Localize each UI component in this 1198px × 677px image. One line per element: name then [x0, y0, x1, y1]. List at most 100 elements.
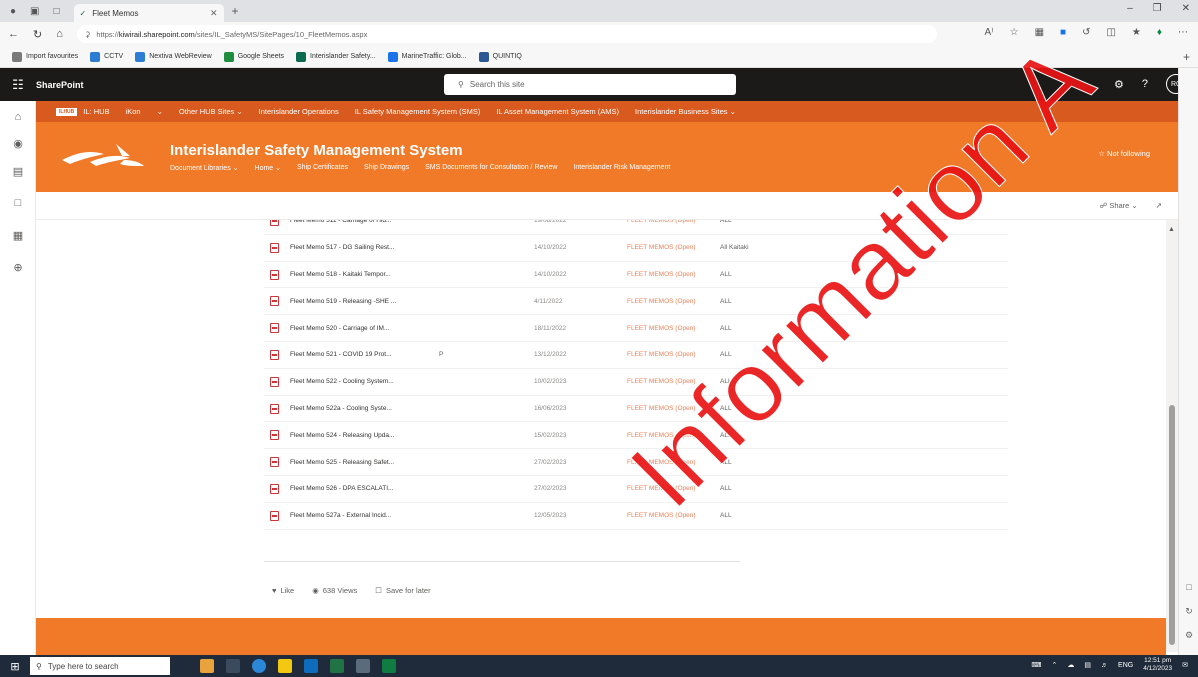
extension-icon[interactable]: ▦	[1035, 27, 1044, 38]
memo-library[interactable]: FLEET MEMOS (Open)	[627, 298, 696, 305]
favorite-item[interactable]: QUINTIQ	[478, 51, 522, 62]
onedrive-icon[interactable]: ☁	[1067, 661, 1074, 669]
memo-row[interactable]: Fleet Memo 511 - Carriage of Hid... 19/08…	[264, 220, 1008, 235]
memo-row[interactable]: Fleet Memo 525 - Releasing Safet... 27/02…	[264, 449, 1008, 476]
share-button[interactable]: ☍ Share ⌄	[1100, 201, 1138, 210]
site-nav-ship-certificates[interactable]: Ship Certificates	[297, 164, 348, 172]
clock[interactable]: 12:51 pm 4/12/2023	[1143, 657, 1172, 673]
memo-library[interactable]: FLEET MEMOS (Open)	[627, 244, 696, 251]
add-sidebar-icon[interactable]: +	[1183, 50, 1190, 64]
collections-icon[interactable]: ♦	[1157, 27, 1162, 38]
restore-icon[interactable]: ❐	[1153, 3, 1162, 14]
site-nav-home[interactable]: Home ⌄	[255, 164, 282, 172]
start-icon[interactable]: ⊞	[0, 660, 30, 673]
sharepoint-brand[interactable]: SharePoint	[36, 80, 84, 90]
memo-name[interactable]: Fleet Memo 522a - Cooling Syste...	[290, 405, 392, 412]
sidebar-panel-icon[interactable]: □	[1179, 582, 1198, 592]
memo-library[interactable]: FLEET MEMOS (Open)	[627, 405, 696, 412]
refresh-icon[interactable]: ↻	[33, 28, 42, 41]
briefcase-app-icon[interactable]	[200, 659, 214, 673]
read-aloud-icon[interactable]: A⁾	[984, 27, 993, 38]
back-icon[interactable]: ←	[8, 28, 19, 41]
sidebar-settings-icon[interactable]: ⚙	[1179, 630, 1198, 641]
hub-logo[interactable]: ILHUB IL: HUB	[56, 107, 110, 116]
favorite-item[interactable]: CCTV	[90, 51, 123, 62]
split-screen-icon[interactable]: ◫	[1106, 27, 1115, 38]
favorite-item[interactable]: Nextiva WebReview	[135, 51, 212, 62]
memo-name[interactable]: Fleet Memo 519 - Releasing -SHE ...	[290, 298, 396, 305]
hub-item-operations[interactable]: Interislander Operations	[259, 107, 339, 116]
extension-2-icon[interactable]: ■	[1060, 27, 1066, 38]
memo-name[interactable]: Fleet Memo 520 - Carriage of IM...	[290, 325, 389, 332]
site-nav-sms-documents[interactable]: SMS Documents for Consultation / Review	[425, 164, 557, 172]
home-icon[interactable]: ⌂	[56, 28, 63, 41]
notifications-icon[interactable]: ✉	[1182, 661, 1188, 669]
tab-close-icon[interactable]: ✕	[210, 8, 218, 19]
profile-icon[interactable]: ●	[10, 6, 16, 17]
home-rail-icon[interactable]: ⌂	[0, 111, 36, 123]
file-explorer-icon[interactable]	[278, 659, 292, 673]
save-for-later-button[interactable]: ☐ Save for later	[375, 586, 430, 595]
language-indicator[interactable]: ENG	[1118, 662, 1133, 669]
excel-app-icon[interactable]	[382, 659, 396, 673]
taskbar-search-input[interactable]: ⚲ Type here to search	[30, 657, 170, 675]
memo-name[interactable]: Fleet Memo 517 - DG Sailing Rest...	[290, 244, 394, 251]
new-tab-icon[interactable]: +	[232, 4, 239, 18]
memo-row[interactable]: Fleet Memo 524 - Releasing Upda... 15/02/…	[264, 422, 1008, 450]
hub-item-ikon[interactable]: iKon	[126, 107, 141, 116]
more-icon[interactable]: ⋯	[1178, 27, 1188, 38]
site-search-input[interactable]: ⚲ Search this site	[444, 74, 736, 95]
scroll-thumb[interactable]	[1169, 405, 1175, 645]
app-launcher-icon[interactable]: ☷	[0, 77, 36, 93]
keyboard-icon[interactable]: ⌨	[1031, 661, 1041, 669]
memo-name[interactable]: Fleet Memo 524 - Releasing Upda...	[290, 432, 394, 439]
memo-row[interactable]: Fleet Memo 518 - Kaitaki Tempor... 14/10/…	[264, 262, 1008, 289]
memo-name[interactable]: Fleet Memo 521 - COVID 19 Prot...	[290, 351, 392, 358]
hub-item-0[interactable]: IL: HUB	[83, 107, 109, 116]
memo-library[interactable]: FLEET MEMOS (Open)	[627, 512, 696, 519]
site-logo-icon[interactable]	[60, 138, 146, 174]
like-button[interactable]: ♥ Like	[272, 586, 294, 595]
memo-library[interactable]: FLEET MEMOS (Open)	[627, 271, 696, 278]
settings-icon[interactable]: ⚙	[1114, 78, 1124, 91]
app-icon[interactable]	[330, 659, 344, 673]
outlook-app-icon[interactable]	[304, 659, 318, 673]
memo-name[interactable]: Fleet Memo 522 - Cooling System...	[290, 378, 394, 385]
memo-name[interactable]: Fleet Memo 527a - External Incid...	[290, 512, 391, 519]
hub-item-ams[interactable]: IL Asset Management System (AMS)	[496, 107, 619, 116]
memo-library[interactable]: FLEET MEMOS (Open)	[627, 432, 696, 439]
network-icon[interactable]: ▤	[1084, 661, 1091, 669]
news-icon[interactable]: ▤	[0, 165, 36, 178]
memo-name[interactable]: Fleet Memo 525 - Releasing Safet...	[290, 459, 394, 466]
memo-row[interactable]: Fleet Memo 517 - DG Sailing Rest... 14/10…	[264, 235, 1008, 262]
lists-icon[interactable]: ▦	[0, 229, 36, 242]
memo-library[interactable]: FLEET MEMOS (Open)	[627, 378, 696, 385]
memo-name[interactable]: Fleet Memo 511 - Carriage of Hid...	[290, 220, 391, 224]
site-nav-risk-management[interactable]: Interislander Risk Management	[573, 164, 670, 172]
favorite-item[interactable]: MarineTraffic: Glob...	[387, 51, 467, 62]
workspaces-icon[interactable]: ▣	[30, 6, 39, 17]
sidebar-refresh-icon[interactable]: ↻	[1179, 606, 1198, 617]
create-icon[interactable]: ⊕	[0, 261, 36, 274]
url-field[interactable]: ⚳ https://kiwirail.sharepoint.com/sites/…	[76, 25, 937, 43]
memo-library[interactable]: FLEET MEMOS (Open)	[627, 459, 696, 466]
memo-library[interactable]: FLEET MEMOS (Open)	[627, 351, 696, 358]
show-hidden-icon[interactable]: ⌃	[1052, 661, 1058, 669]
memo-row[interactable]: Fleet Memo 519 - Releasing -SHE ... 4/11/…	[264, 288, 1008, 316]
memo-library[interactable]: FLEET MEMOS (Open)	[627, 220, 696, 224]
favorite-star-icon[interactable]: ☆	[1010, 27, 1019, 38]
memo-name[interactable]: Fleet Memo 518 - Kaitaki Tempor...	[290, 271, 391, 278]
help-icon[interactable]: ?	[1142, 78, 1148, 90]
browser-tab[interactable]: ✓ Fleet Memos ✕	[73, 4, 224, 22]
hub-item-business-sites[interactable]: Interislander Business Sites ⌄	[635, 107, 736, 116]
memo-row[interactable]: Fleet Memo 522a - Cooling Syste... 16/06/…	[264, 396, 1008, 423]
scroll-up-icon[interactable]: ▲	[1168, 226, 1175, 233]
favorite-item[interactable]: Import favourites	[12, 51, 78, 62]
globe-icon[interactable]: ◉	[0, 137, 36, 150]
hub-item-sms[interactable]: IL Safety Management System (SMS)	[355, 107, 481, 116]
memo-row[interactable]: Fleet Memo 522 - Cooling System... 10/02/…	[264, 369, 1008, 396]
memo-library[interactable]: FLEET MEMOS (Open)	[627, 485, 696, 492]
favorite-item[interactable]: Google Sheets	[223, 51, 284, 62]
memo-name[interactable]: Fleet Memo 526 - DPA ESCALATI...	[290, 485, 393, 492]
site-nav-document-libraries[interactable]: Document Libraries ⌄	[170, 164, 239, 172]
